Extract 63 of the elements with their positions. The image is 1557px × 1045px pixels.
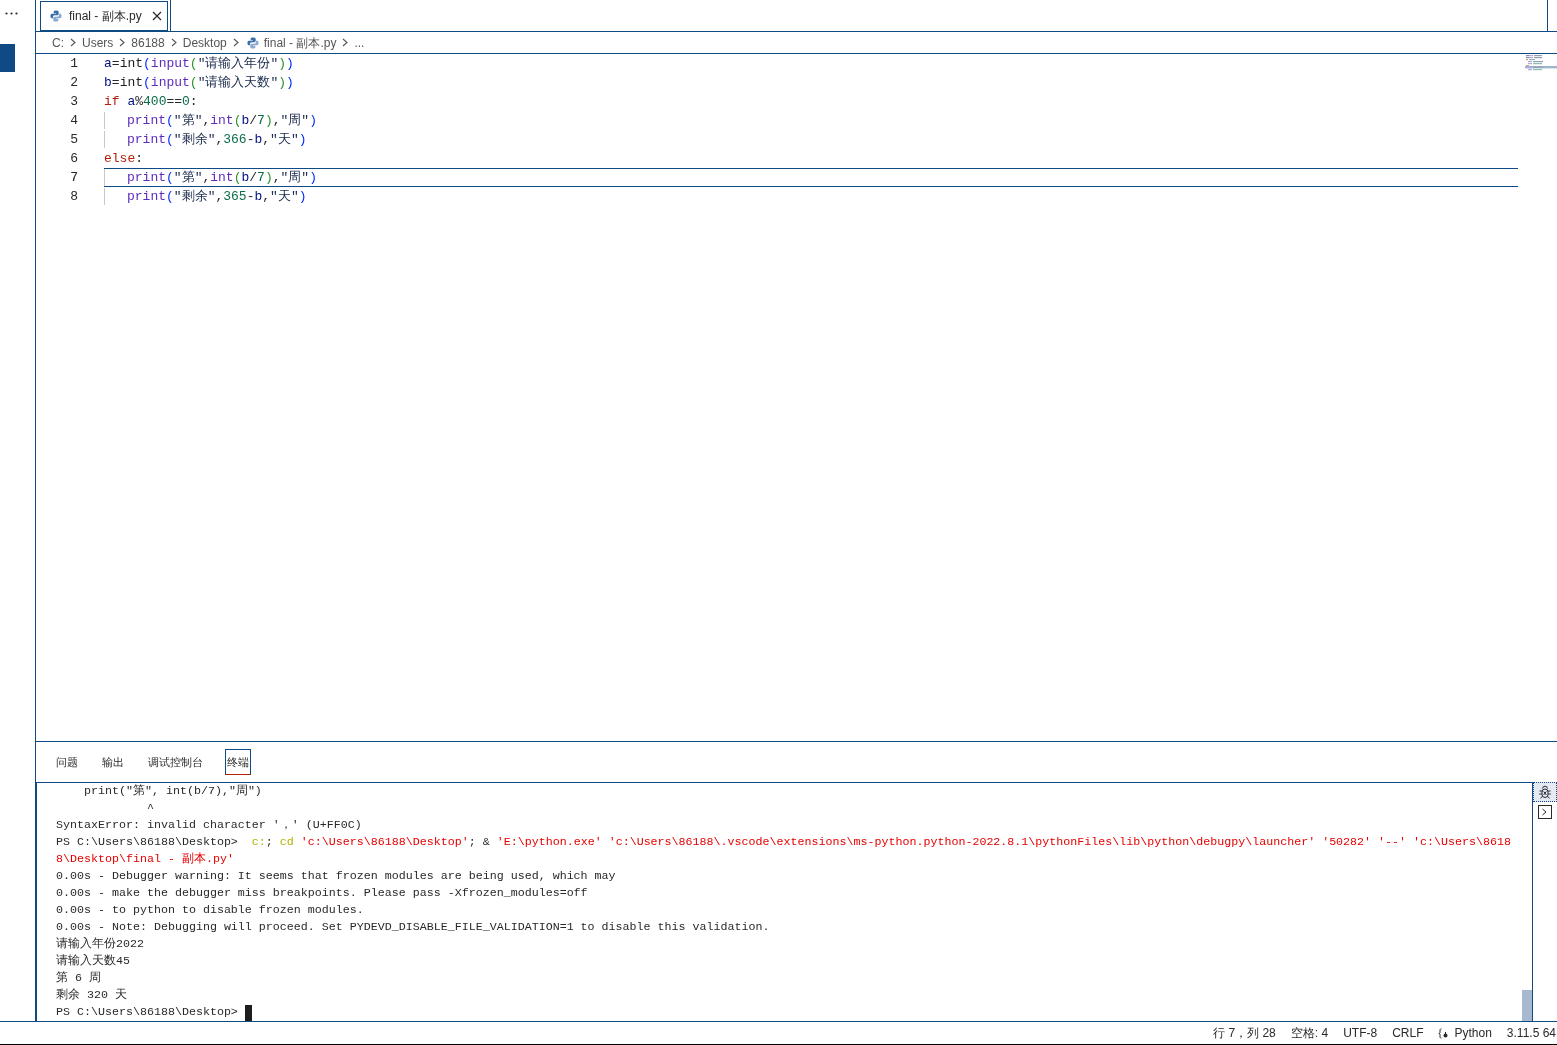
panel-tab[interactable]: 输出 xyxy=(100,749,126,775)
chevron-right-icon xyxy=(119,38,126,47)
terminal-line: PS C:\Users\86188\Desktop> c:; cd 'c:\Users\86188\Desktop'; & 'E:\python.exe' 'c:\Users\86188\.vscode\extensions\ms-python.python-2022.8.1\pythonFiles\lib\python\debugpy\launcher' '50282' '--' 'c:\Users\8618 xyxy=(56,834,1511,851)
status-item[interactable]: UTF-8 xyxy=(1343,1022,1378,1044)
chevron-right-icon xyxy=(342,38,349,47)
terminal-line: 0.00s - Debugger warning: It seems that frozen modules are being used, which may xyxy=(56,868,616,885)
line-number: 4 xyxy=(70,112,78,129)
line-number: 2 xyxy=(70,74,78,91)
breadcrumb-item[interactable]: C: xyxy=(52,33,64,52)
more-icon[interactable] xyxy=(5,12,18,15)
terminal-line: 请输入天数45 xyxy=(56,953,130,970)
breadcrumb-item[interactable]: Desktop xyxy=(182,33,227,52)
line-number: 6 xyxy=(70,150,78,167)
terminal-line: SyntaxError: invalid character '，' (U+FF0C) xyxy=(56,817,362,834)
code-line: a=int(input("请输入年份")) xyxy=(104,55,294,72)
code-line: if a%400==0: xyxy=(104,93,198,110)
code-line: print("剩余",365-b,"天") xyxy=(127,188,307,205)
panel-tab[interactable]: 终端 xyxy=(225,749,251,775)
code-line: else: xyxy=(104,150,144,167)
active-view-indicator xyxy=(0,44,15,72)
terminal-line: 剩余 320 天 xyxy=(56,987,127,1004)
file-type-icon xyxy=(50,10,62,22)
scrollbar-thumb[interactable] xyxy=(1522,990,1532,1021)
breadcrumb-item[interactable]: Users xyxy=(82,33,114,52)
status-item[interactable]: 行 7，列 28 xyxy=(1213,1022,1276,1044)
line-number: 7 xyxy=(70,169,78,186)
breadcrumb-item[interactable]: ... xyxy=(354,33,365,52)
chevron-right-icon xyxy=(70,38,76,47)
status-item[interactable]: CRLF xyxy=(1392,1022,1424,1044)
status-item[interactable]: 空格: 4 xyxy=(1290,1022,1329,1044)
terminal-line: 0.00s - to python to disable frozen modules. xyxy=(56,902,364,919)
terminal-tab[interactable] xyxy=(1533,782,1557,802)
terminal-line: 0.00s - Note: Debugging will proceed. Set PYDEVD_DISABLE_FILE_VALIDATION=1 to disable this validation. xyxy=(56,919,770,936)
line-number: 3 xyxy=(70,93,78,110)
terminal-line: PS C:\Users\86188\Desktop> xyxy=(56,1004,238,1021)
code-line: b=int(input("请输入天数")) xyxy=(104,74,294,91)
terminal-icon[interactable] xyxy=(1538,805,1552,819)
terminal-line: print("第", int(b/7),"周") xyxy=(82,783,262,800)
editor-tab[interactable]: final - 副本.py xyxy=(40,1,168,31)
breadcrumb-item[interactable]: 86188 xyxy=(131,33,165,52)
file-type-icon xyxy=(246,36,259,49)
code-line: print("剩余",366-b,"天") xyxy=(127,131,307,148)
close-icon[interactable] xyxy=(151,11,162,21)
chevron-right-icon xyxy=(232,38,239,47)
line-number: 1 xyxy=(70,55,78,72)
panel-tab[interactable]: 调试控制台 xyxy=(146,749,205,775)
terminal-line: 8\Desktop\final - 副本.py' xyxy=(56,851,234,868)
terminal-line: 第 6 周 xyxy=(56,970,101,987)
minimap[interactable] xyxy=(1525,54,1557,71)
status-item[interactable]: 3.11.5 64 xyxy=(1506,1022,1556,1044)
chevron-right-icon xyxy=(170,38,177,47)
code-line: print("第",int(b/7),"周") xyxy=(127,112,317,129)
line-number: 8 xyxy=(70,188,78,205)
bug-icon xyxy=(1538,785,1552,799)
terminal-line: 请输入年份2022 xyxy=(56,936,144,953)
panel-tab[interactable]: 问题 xyxy=(54,749,80,775)
code-line: print("第",int(b/7),"周") xyxy=(127,169,317,186)
breadcrumb-item[interactable]: final - 副本.py xyxy=(263,33,337,52)
terminal-line: 0.00s - make the debugger miss breakpoints. Please pass -Xfrozen_modules=off xyxy=(56,885,588,902)
terminal-line: ^ xyxy=(145,800,154,817)
line-number: 5 xyxy=(70,131,78,148)
braces-icon xyxy=(1438,1027,1449,1039)
status-item[interactable]: Python xyxy=(1438,1022,1492,1044)
